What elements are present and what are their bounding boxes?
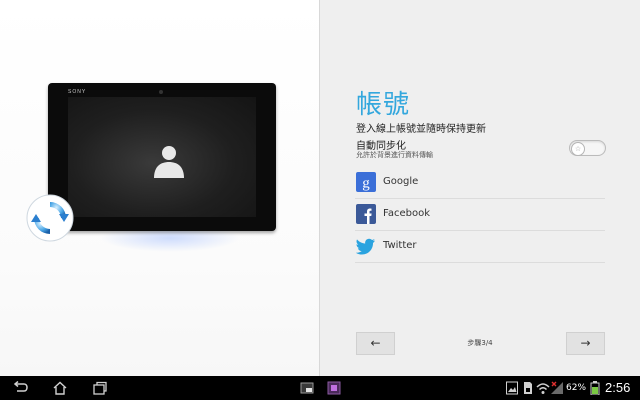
arrow-right-icon: → — [580, 336, 591, 350]
previous-step-button[interactable]: ← — [356, 332, 395, 355]
account-name: Google — [383, 176, 419, 187]
toggle-knob: ☆ — [571, 142, 585, 156]
next-step-button[interactable]: → — [566, 332, 605, 355]
small-app-icon[interactable] — [327, 381, 341, 395]
battery-percent: 62% — [566, 383, 587, 393]
sim-icon — [524, 382, 532, 394]
twitter-icon — [356, 238, 375, 255]
clock: 2:56 — [605, 380, 631, 395]
facebook-icon — [356, 204, 376, 224]
page-description: 登入線上帳號並隨時保持更新 — [356, 124, 486, 135]
account-row-facebook[interactable]: Facebook — [355, 200, 605, 231]
svg-text:g: g — [362, 176, 370, 192]
account-name: Facebook — [383, 208, 430, 219]
recent-apps-icon[interactable] — [93, 381, 107, 395]
person-icon — [154, 146, 184, 178]
step-indicator: 步驟3/4 — [467, 339, 493, 347]
account-name: Twitter — [383, 240, 417, 251]
tablet-screen — [68, 97, 256, 217]
small-app-icon[interactable] — [300, 381, 314, 395]
account-row-twitter[interactable]: Twitter — [355, 232, 605, 263]
arrow-left-icon: ← — [370, 336, 381, 350]
illustration-panel: SONY — [0, 0, 319, 376]
battery-icon — [590, 381, 600, 395]
autosync-sublabel: 允許於背景進行資料傳輸 — [356, 151, 433, 159]
account-row-google[interactable]: g Google — [355, 168, 605, 199]
back-icon[interactable] — [12, 381, 28, 395]
gallery-icon — [506, 381, 518, 395]
google-icon: g — [356, 172, 376, 192]
signal-icon — [551, 381, 563, 394]
tablet-brand-label: SONY — [68, 89, 87, 95]
tablet-illustration: SONY — [48, 83, 276, 231]
system-navigation-bar: 62% 2:56 — [0, 376, 640, 400]
tablet-camera — [159, 90, 163, 94]
wifi-icon — [536, 383, 550, 394]
home-icon[interactable] — [53, 381, 67, 395]
autosync-toggle[interactable]: ☆ — [569, 140, 606, 156]
page-title: 帳號 — [356, 90, 411, 120]
sync-icon — [26, 194, 74, 242]
